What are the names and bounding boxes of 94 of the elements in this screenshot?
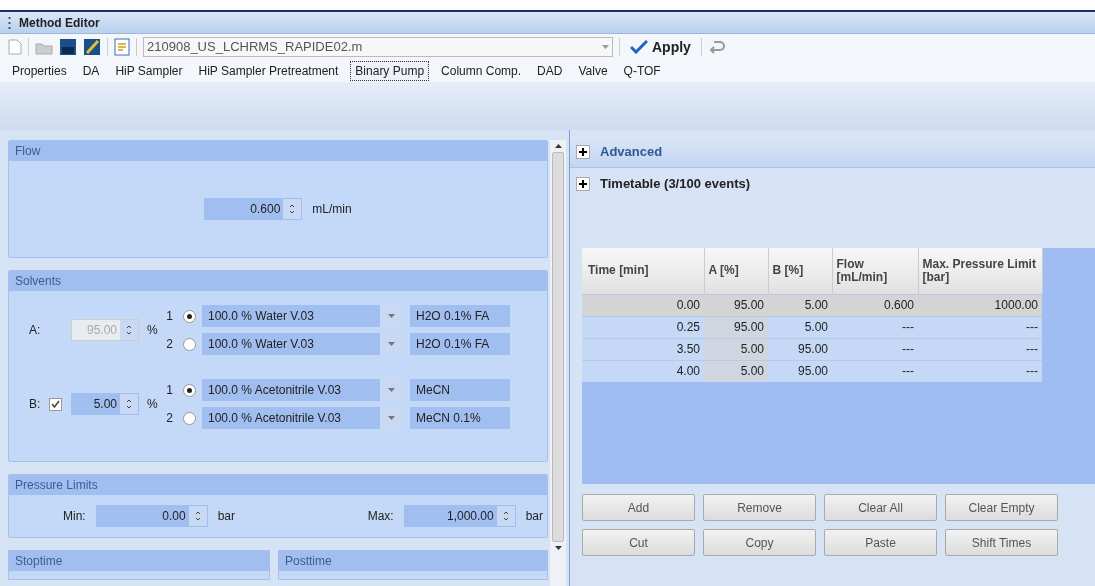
tab[interactable]: DAD — [533, 61, 567, 81]
unit-label: % — [147, 322, 159, 339]
tab[interactable]: HiP Sampler Pretreatment — [194, 61, 343, 81]
tab[interactable]: DA — [78, 61, 104, 81]
tab[interactable]: Q-TOF — [619, 61, 665, 81]
action-button[interactable]: Copy — [703, 529, 816, 556]
action-button[interactable]: Paste — [824, 529, 937, 556]
spin-arrows-icon[interactable] — [188, 506, 207, 526]
table-cell: 5.00 — [704, 338, 768, 360]
option-number: 1 — [165, 308, 173, 325]
table-cell: 0.00 — [582, 294, 704, 316]
tab[interactable]: Binary Pump — [350, 61, 430, 81]
scrollbar-thumb[interactable] — [552, 152, 564, 542]
method-file-dropdown[interactable]: 210908_US_LCHRMS_RAPIDE02.m — [143, 37, 613, 57]
solvent-dropdown[interactable]: 100.0 % Acetonitrile V.03 — [202, 407, 402, 429]
apply-button[interactable]: Apply — [626, 36, 695, 58]
vertical-scrollbar[interactable] — [550, 140, 566, 586]
radio-button[interactable] — [183, 383, 196, 397]
scroll-up-icon[interactable] — [554, 144, 562, 148]
column-header[interactable]: A [%] — [704, 248, 768, 294]
column-header[interactable]: Max. Pressure Limit [bar] — [918, 248, 1042, 294]
radio-button[interactable] — [183, 411, 196, 425]
action-button[interactable]: Add — [582, 494, 695, 521]
spin-box[interactable]: 0.600 — [204, 198, 303, 220]
section-header: Stoptime — [9, 551, 269, 571]
option-number: 2 — [165, 336, 173, 353]
table-cell: 5.00 — [768, 316, 832, 338]
action-button[interactable]: Clear All — [824, 494, 937, 521]
grip-icon — [8, 15, 11, 30]
checkmark-icon — [630, 40, 648, 54]
section-title[interactable]: Advanced — [600, 141, 663, 162]
save-icon[interactable] — [59, 38, 77, 56]
table-cell: 5.00 — [768, 294, 832, 316]
column-header[interactable]: B [%] — [768, 248, 832, 294]
option-number: 2 — [165, 410, 173, 427]
option-number: 1 — [165, 382, 173, 399]
window-title: Method Editor — [19, 14, 100, 32]
section-header: Flow — [9, 141, 547, 161]
table-cell: 95.00 — [768, 338, 832, 360]
tab[interactable]: HiP Sampler — [111, 61, 187, 81]
field-label: Max: — [367, 508, 394, 525]
channel-label: B: — [29, 396, 42, 413]
new-document-icon[interactable] — [8, 39, 22, 55]
table-row[interactable]: 4.00 5.00 95.00 --- --- — [582, 360, 1042, 382]
section-header: Pressure Limits — [9, 475, 547, 495]
field-label: Min: — [63, 508, 86, 525]
table-cell: --- — [918, 360, 1042, 382]
table-cell: --- — [832, 360, 918, 382]
spin-arrows-icon[interactable] — [283, 199, 302, 219]
undo-icon[interactable] — [707, 39, 726, 55]
table-cell: --- — [832, 338, 918, 360]
action-button[interactable]: Remove — [703, 494, 816, 521]
table-cell: 0.600 — [832, 294, 918, 316]
table-row[interactable]: 0.25 95.00 5.00 --- --- — [582, 316, 1042, 338]
caret-icon — [602, 45, 609, 49]
section-header: Posttime — [279, 551, 547, 571]
solvent-name-field[interactable]: MeCN — [410, 379, 510, 401]
table-cell: --- — [918, 316, 1042, 338]
table-cell: --- — [832, 316, 918, 338]
tab[interactable]: Column Comp. — [437, 61, 526, 81]
tab[interactable]: Valve — [574, 61, 612, 81]
scroll-down-icon[interactable] — [554, 546, 562, 550]
table-row[interactable]: 0.00 95.00 5.00 0.600 1000.00 — [582, 294, 1042, 316]
unit-label: % — [147, 396, 159, 413]
table-row[interactable]: 3.50 5.00 95.00 --- --- — [582, 338, 1042, 360]
expander-icon[interactable] — [576, 144, 590, 159]
save-as-icon[interactable] — [83, 38, 101, 56]
tab[interactable]: Properties — [8, 61, 71, 81]
spin-arrows-icon[interactable] — [496, 506, 515, 526]
table-cell: 5.00 — [704, 360, 768, 382]
section-header: Solvents — [9, 271, 547, 291]
table-cell: 95.00 — [704, 316, 768, 338]
action-button[interactable]: Shift Times — [945, 529, 1058, 556]
expander-icon[interactable] — [576, 177, 590, 191]
action-button[interactable]: Cut — [582, 529, 695, 556]
checkbox[interactable] — [49, 397, 62, 411]
spin-box[interactable]: 5.00 — [71, 393, 139, 415]
unit-label: bar — [525, 508, 544, 525]
action-button[interactable]: Clear Empty — [945, 494, 1058, 521]
column-header[interactable]: Time [min] — [582, 248, 704, 294]
section-title[interactable]: Timetable (3/100 events) — [600, 174, 751, 194]
solvent-name-field[interactable]: MeCN 0.1% — [410, 407, 510, 429]
table-cell: --- — [918, 338, 1042, 360]
report-icon[interactable] — [114, 38, 130, 56]
unit-label: bar — [217, 508, 236, 525]
channel-label: A: — [29, 322, 42, 339]
table-cell: 1000.00 — [918, 294, 1042, 316]
table-cell: 95.00 — [768, 360, 832, 382]
unit-label: mL/min — [312, 201, 352, 218]
spin-box[interactable]: 0.00 — [95, 505, 208, 527]
column-header[interactable]: Flow [mL/min] — [832, 248, 918, 294]
solvent-dropdown[interactable]: 100.0 % Acetonitrile V.03 — [202, 379, 402, 401]
spin-box[interactable]: 1,000.00 — [403, 505, 516, 527]
spin-arrows-icon[interactable] — [120, 394, 138, 414]
